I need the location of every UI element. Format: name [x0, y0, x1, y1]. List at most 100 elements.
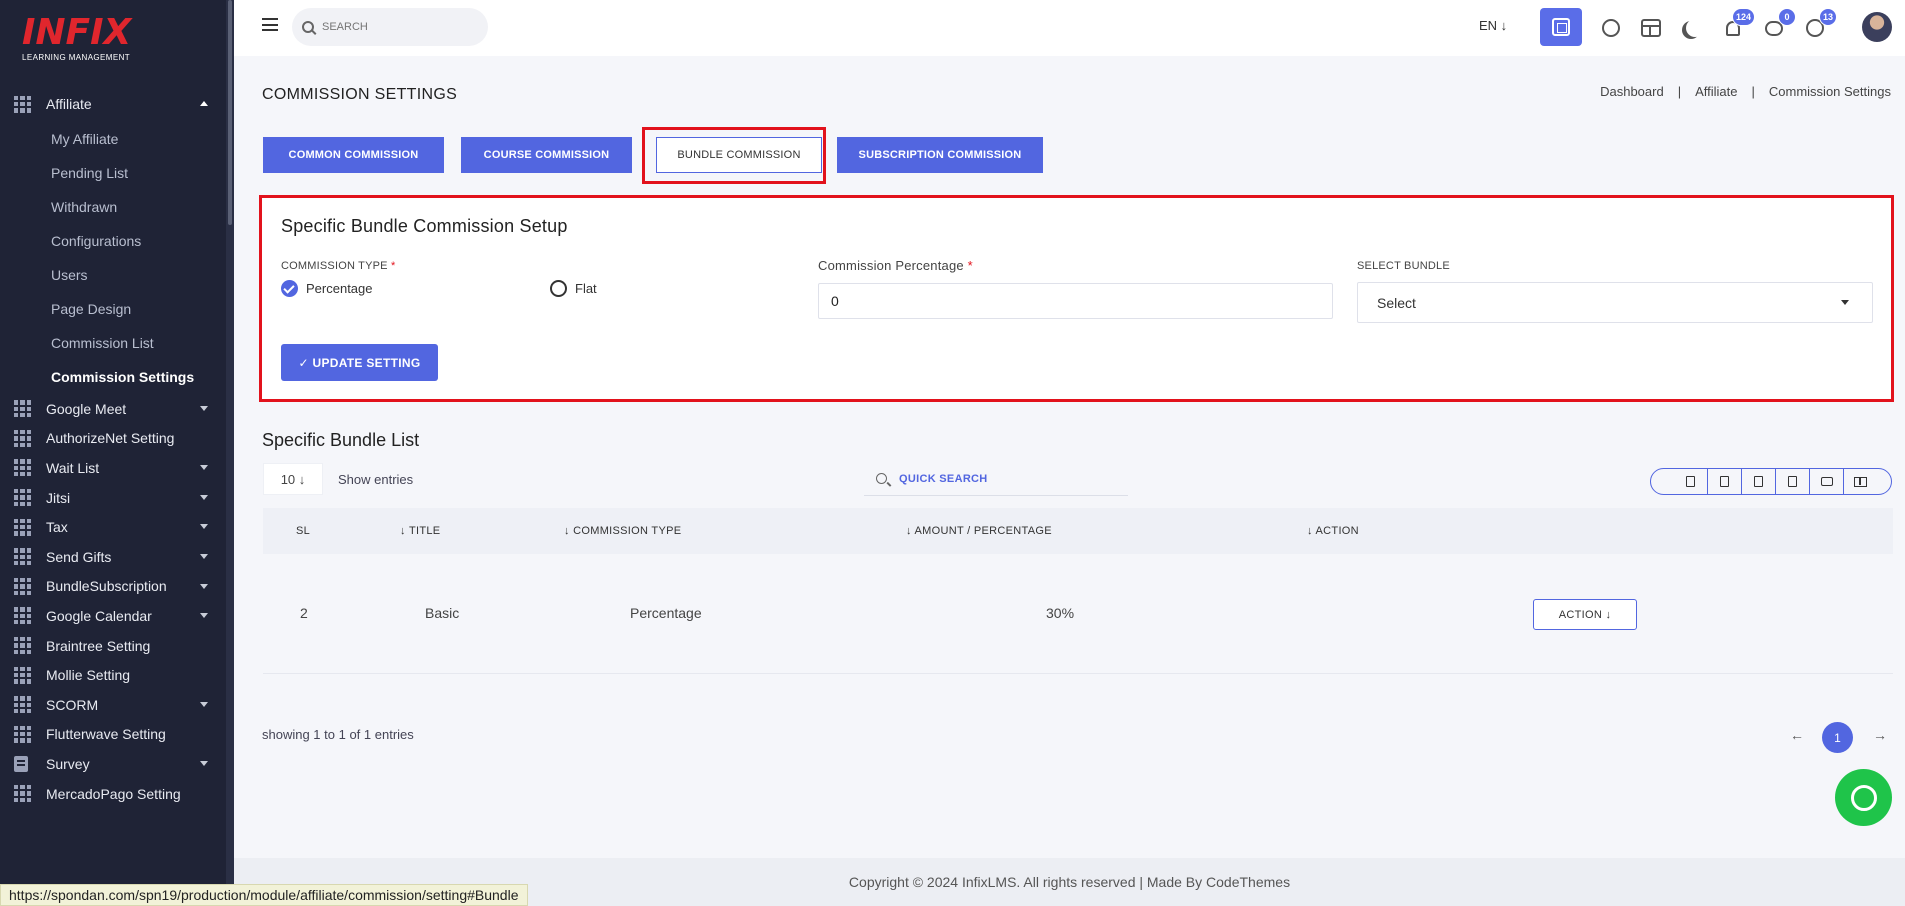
csv-icon	[1754, 476, 1763, 487]
logo-text: INFIX	[22, 12, 132, 53]
whatsapp-top-button[interactable]: 13	[1799, 8, 1837, 44]
cell-sl: 2	[300, 605, 308, 621]
list-title: Specific Bundle List	[262, 430, 420, 450]
sidebar-subitem-my-affiliate[interactable]: My Affiliate	[0, 122, 226, 156]
sidebar-item-label: Google Meet	[46, 400, 127, 417]
caret-down-icon	[200, 465, 208, 471]
sidebar-item-jitsi[interactable]: Jitsi	[0, 483, 226, 513]
breadcrumb-dashboard[interactable]: Dashboard	[1600, 84, 1664, 99]
column-header-sl[interactable]: SL	[296, 525, 310, 537]
grid-icon	[14, 489, 31, 507]
grid-icon	[14, 666, 31, 684]
sidebar-item-label: SCORM	[46, 696, 99, 713]
sidebar-item-label: Tax	[46, 519, 68, 536]
footer-text: Copyright © 2024 InfixLMS. All rights re…	[848, 874, 1291, 890]
messages-button[interactable]: 0	[1758, 8, 1796, 44]
entries-select[interactable]: 10 ↓	[263, 463, 323, 495]
table-row: 2 Basic Percentage 30% ACTION ↓	[263, 554, 1893, 674]
sidebar-item-label: Send Gifts	[46, 548, 112, 565]
table-header: SL ↓ TITLE ↓ COMMISSION TYPE ↓ AMOUNT / …	[263, 508, 1893, 554]
sidebar-item-braintree-setting[interactable]: Braintree Setting	[0, 631, 226, 661]
caret-down-icon	[200, 701, 208, 707]
sidebar-subitem-page-design[interactable]: Page Design	[0, 292, 226, 326]
copy-button[interactable]	[1673, 468, 1707, 495]
page-title: COMMISSION SETTINGS	[262, 86, 458, 103]
layout-button[interactable]	[1635, 12, 1667, 44]
pagination-prev[interactable]: ←	[1790, 727, 1804, 743]
excel-icon	[1720, 476, 1729, 487]
caret-down-icon	[200, 494, 208, 500]
sidebar-item-tax[interactable]: Tax	[0, 512, 226, 542]
pdf-button[interactable]	[1775, 468, 1809, 495]
sidebar-nav: Affiliate My Affiliate Pending List With…	[0, 86, 226, 808]
grid-icon	[14, 518, 31, 536]
column-header-commission-type[interactable]: ↓ COMMISSION TYPE	[564, 525, 681, 537]
tab-subscription-commission[interactable]: SUBSCRIPTION COMMISSION	[837, 137, 1043, 173]
sidebar-item-label: Flutterwave Setting	[46, 726, 166, 743]
search-box[interactable]	[292, 8, 488, 46]
globe-button[interactable]	[1595, 12, 1627, 44]
caret-down-icon	[200, 761, 208, 767]
sidebar-subitem-commission-settings[interactable]: Commission Settings	[0, 360, 226, 394]
sidebar-item-google-meet[interactable]: Google Meet	[0, 394, 226, 424]
layout-icon	[1641, 19, 1661, 37]
print-button[interactable]	[1809, 468, 1843, 495]
sidebar-subitem-commission-list[interactable]: Commission List	[0, 326, 226, 360]
avatar[interactable]	[1862, 12, 1892, 42]
sidebar-item-mollie-setting[interactable]: Mollie Setting	[0, 660, 226, 690]
sidebar-item-label: Survey	[46, 755, 90, 772]
notifications-badge: 124	[1731, 8, 1755, 26]
excel-button[interactable]	[1707, 468, 1741, 495]
sidebar-item-scorm[interactable]: SCORM	[0, 690, 226, 720]
quick-search-input[interactable]: QUICK SEARCH	[864, 462, 1128, 496]
column-header-amount[interactable]: ↓ AMOUNT / PERCENTAGE	[906, 525, 1052, 537]
grid-icon	[14, 637, 31, 655]
sidebar-item-label: Braintree Setting	[46, 637, 151, 654]
sidebar-item-send-gifts[interactable]: Send Gifts	[0, 542, 226, 572]
columns-icon	[1854, 476, 1867, 487]
pagination-next[interactable]: →	[1873, 727, 1887, 743]
sidebar-scroll-thumb[interactable]	[228, 0, 232, 225]
column-header-title[interactable]: ↓ TITLE	[400, 525, 440, 537]
notifications-button[interactable]: 124	[1717, 8, 1755, 44]
tab-common-commission[interactable]: COMMON COMMISSION	[263, 137, 444, 173]
whatsapp-float-button[interactable]	[1835, 769, 1892, 826]
row-action-button[interactable]: ACTION ↓	[1533, 599, 1637, 630]
caret-down-icon	[200, 524, 208, 530]
pagination-page-1[interactable]: 1	[1822, 722, 1853, 753]
pagination-info: showing 1 to 1 of 1 entries	[262, 727, 414, 742]
caret-down-icon	[200, 613, 208, 619]
sidebar-item-label: Jitsi	[46, 489, 71, 506]
sidebar-subitem-withdrawn[interactable]: Withdrawn	[0, 190, 226, 224]
sidebar-subitem-users[interactable]: Users	[0, 258, 226, 292]
sidebar-item-authorizenet-setting[interactable]: AuthorizeNet Setting	[0, 424, 226, 454]
highlight-box-form	[259, 195, 1894, 402]
sidebar-item-bundlesubscription[interactable]: BundleSubscription	[0, 572, 226, 602]
logo[interactable]: INFIX LEARNING MANAGEMENT	[22, 14, 152, 66]
sidebar-item-mercadopago-setting[interactable]: MercadoPago Setting	[0, 779, 226, 809]
sidebar-item-survey[interactable]: Survey	[0, 749, 226, 779]
caret-down-icon	[200, 583, 208, 589]
csv-button[interactable]	[1741, 468, 1775, 495]
sidebar-item-affiliate[interactable]: Affiliate	[0, 86, 226, 122]
menu-toggle-icon[interactable]	[262, 18, 278, 31]
search-input[interactable]	[322, 21, 472, 33]
tab-course-commission[interactable]: COURSE COMMISSION	[461, 137, 632, 173]
sidebar: INFIX LEARNING MANAGEMENT Affiliate My A…	[0, 0, 234, 906]
search-icon	[302, 21, 314, 33]
sidebar-item-flutterwave-setting[interactable]: Flutterwave Setting	[0, 720, 226, 750]
sidebar-item-wait-list[interactable]: Wait List	[0, 453, 226, 483]
sidebar-subitem-configurations[interactable]: Configurations	[0, 224, 226, 258]
show-entries-label: Show entries	[338, 472, 414, 487]
caret-down-icon	[200, 406, 208, 411]
sidebar-item-google-calendar[interactable]: Google Calendar	[0, 601, 226, 631]
grid-icon	[14, 429, 31, 447]
breadcrumb-affiliate[interactable]: Affiliate	[1695, 84, 1737, 99]
dark-mode-button[interactable]	[1675, 12, 1707, 44]
chip-button[interactable]	[1540, 8, 1582, 46]
columns-button[interactable]	[1843, 468, 1877, 495]
column-header-action[interactable]: ↓ ACTION	[1307, 525, 1359, 537]
language-selector[interactable]: EN ↓	[1479, 18, 1507, 33]
caret-down-icon	[200, 553, 208, 559]
sidebar-subitem-pending-list[interactable]: Pending List	[0, 156, 226, 190]
